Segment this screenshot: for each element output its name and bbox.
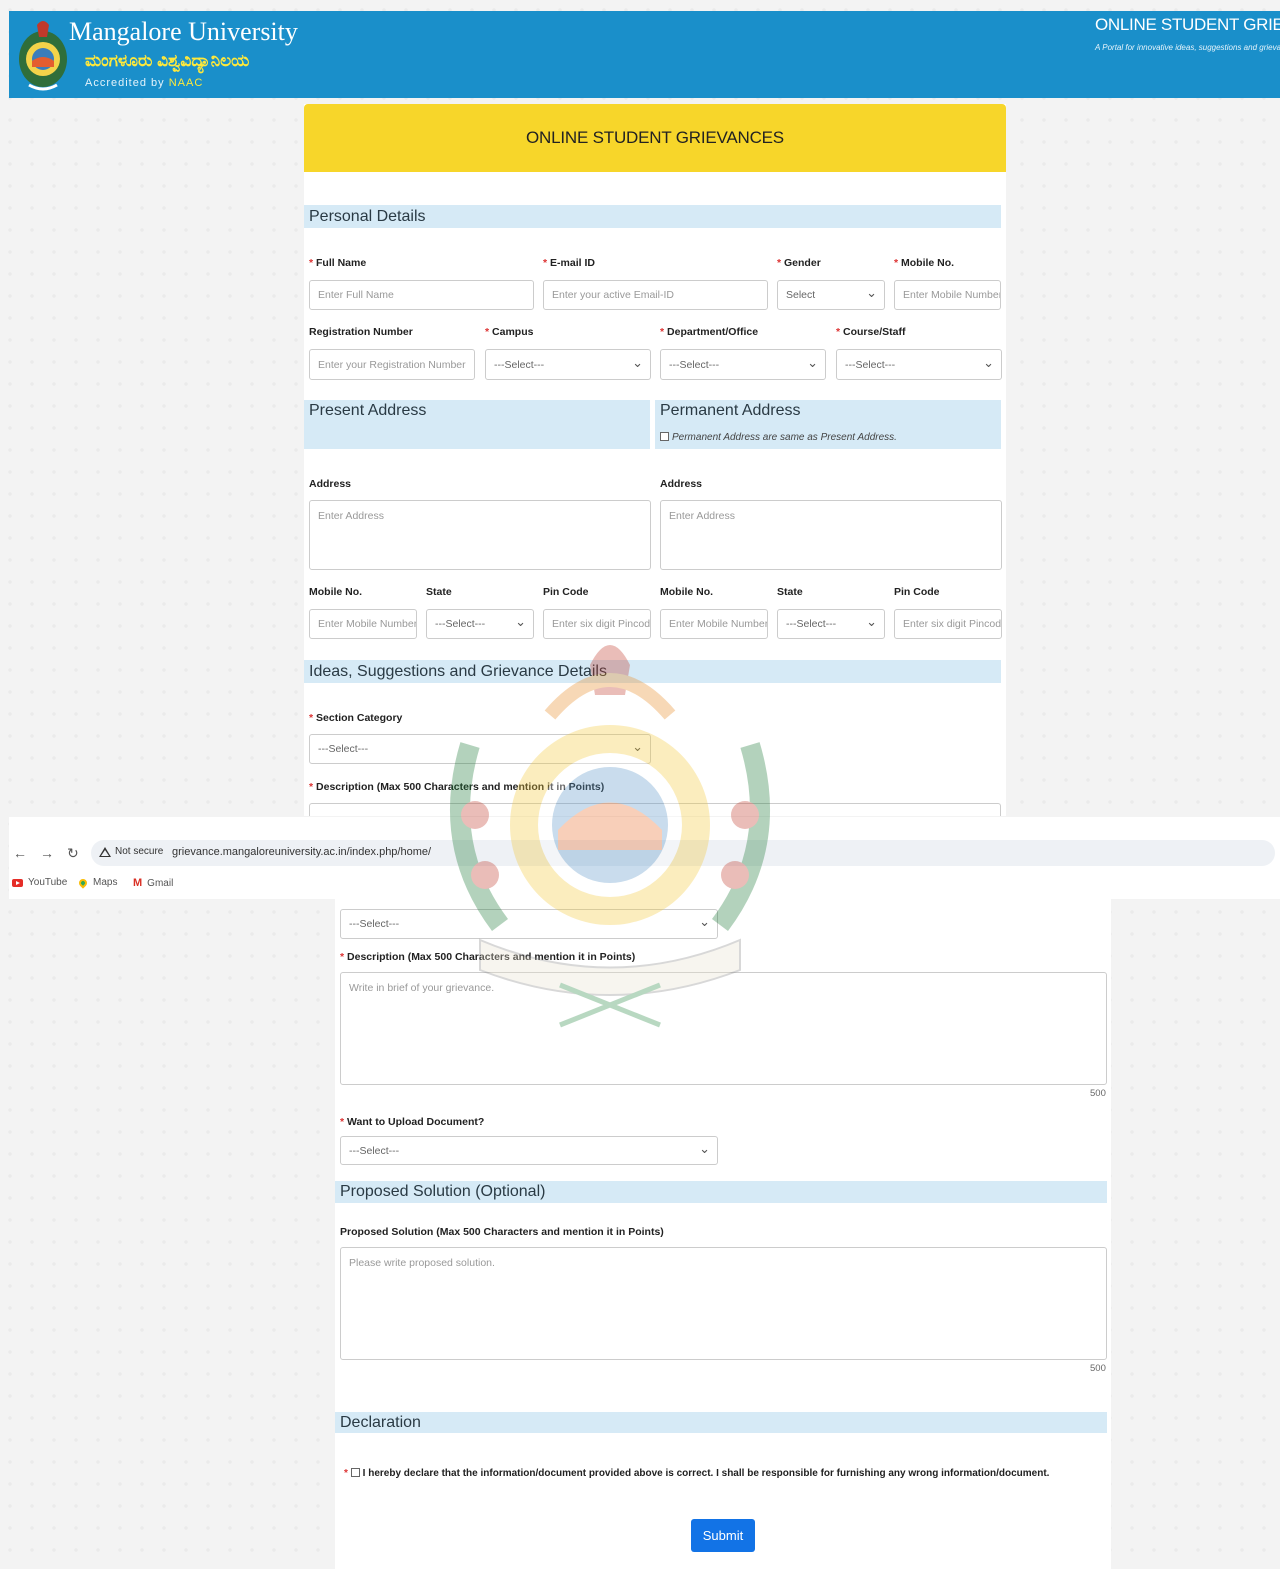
back-arrow-icon[interactable]: ← [13, 845, 27, 861]
proposed-solution-textarea[interactable]: Please write proposed solution. [340, 1247, 1107, 1360]
declaration-text: I hereby declare that the information/do… [362, 1468, 1050, 1479]
university-name: Mangalore University [69, 17, 298, 46]
full-name-input[interactable]: Enter Full Name [309, 280, 534, 310]
mobile-input[interactable]: Enter Mobile Number [894, 280, 1001, 310]
full-name-label: * Full Name [309, 257, 367, 269]
department-label: * Department/Office [660, 326, 759, 338]
course-select[interactable]: ---Select--- [836, 349, 1002, 380]
maps-icon [77, 876, 89, 889]
not-secure-badge[interactable]: Not secure [99, 846, 163, 857]
university-name-kannada: ಮಂಗಳೂರು ವಿಶ್ವವಿದ್ಯಾನಿಲಯ [85, 51, 250, 70]
gender-select[interactable]: Select [777, 280, 885, 310]
youtube-icon [12, 878, 23, 887]
email-input[interactable]: Enter your active Email-ID [543, 280, 768, 310]
bookmark-label: YouTube [28, 877, 68, 888]
description-textarea-top[interactable] [309, 803, 1001, 816]
proposed-solution-label: Proposed Solution (Max 500 Characters an… [340, 1226, 664, 1238]
campus-label: * Campus [485, 326, 534, 338]
description-textarea[interactable]: Write in brief of your grievance. [340, 972, 1107, 1085]
site-header: Mangalore University ಮಂಗಳೂರು ವಿಶ್ವವಿದ್ಯಾ… [9, 11, 1280, 98]
permanent-pincode-input[interactable]: Enter six digit Pincode [894, 609, 1002, 639]
same-address-label: Permanent Address are same as Present Ad… [672, 432, 897, 443]
proposed-solution-heading: Proposed Solution (Optional) [335, 1181, 1107, 1203]
declaration-heading: Declaration [335, 1412, 1107, 1433]
bookmark-youtube[interactable]: YouTube [12, 877, 67, 888]
warning-icon [99, 846, 111, 857]
solution-char-count: 500 [1090, 1363, 1106, 1374]
bookmark-maps[interactable]: Maps [77, 876, 118, 889]
university-emblem-icon [19, 21, 67, 91]
bookmark-label: Gmail [147, 877, 174, 889]
permanent-pincode-label: Pin Code [894, 586, 940, 598]
permanent-state-select[interactable]: ---Select--- [777, 609, 885, 639]
permanent-address-label: Address [660, 478, 703, 490]
description-char-count: 500 [1090, 1088, 1106, 1099]
present-pincode-input[interactable]: Enter six digit Pincode [543, 609, 651, 639]
form-banner: ONLINE STUDENT GRIEVANCES [304, 104, 1006, 172]
department-select[interactable]: ---Select--- [660, 349, 826, 380]
section-category-select[interactable]: ---Select--- [309, 734, 651, 764]
forward-arrow-icon[interactable]: → [40, 845, 54, 861]
gender-label: * Gender [777, 257, 821, 269]
present-state-select[interactable]: ---Select--- [426, 609, 534, 639]
present-mobile-input[interactable]: Enter Mobile Number [309, 609, 417, 639]
same-address-option[interactable]: Permanent Address are same as Present Ad… [660, 432, 897, 443]
portal-subtitle: A Portal for innovative ideas, suggestio… [1095, 43, 1280, 52]
portal-title: ONLINE STUDENT GRIEVANC [1095, 15, 1280, 34]
reload-icon[interactable]: ↻ [67, 845, 79, 862]
present-address-textarea[interactable]: Enter Address [309, 500, 651, 570]
present-address-heading: Present Address [304, 400, 650, 449]
accreditation-prefix: Accredited by [85, 77, 169, 89]
present-pincode-label: Pin Code [543, 586, 589, 598]
mobile-label: * Mobile No. [894, 257, 955, 269]
section-category-label: * Section Category [309, 712, 403, 724]
gmail-icon: M [133, 877, 143, 889]
description-label-top: * Description (Max 500 Characters and me… [309, 781, 605, 793]
description-label: * Description (Max 500 Characters and me… [340, 951, 636, 963]
permanent-state-label: State [777, 586, 803, 598]
permanent-mobile-label: Mobile No. [660, 586, 714, 598]
accreditation-body: NAAC [168, 77, 204, 89]
email-label: * E-mail ID [543, 257, 595, 269]
form-banner-title: ONLINE STUDENT GRIEVANCES [526, 128, 784, 147]
url-text[interactable]: grievance.mangaloreuniversity.ac.in/inde… [172, 846, 431, 858]
section-category-select-bottom[interactable]: ---Select--- [340, 909, 718, 939]
campus-select[interactable]: ---Select--- [485, 349, 651, 380]
present-address-label: Address [309, 478, 352, 490]
submit-button[interactable]: Submit [691, 1519, 755, 1552]
permanent-address-textarea[interactable]: Enter Address [660, 500, 1002, 570]
bookmark-label: Maps [93, 877, 118, 888]
accreditation-text: Accredited by NAAC [85, 77, 203, 89]
registration-input[interactable]: Enter your Registration Number [309, 349, 475, 380]
course-label: * Course/Staff [836, 326, 906, 338]
declaration-checkbox[interactable] [350, 1468, 360, 1477]
not-secure-label: Not secure [115, 846, 164, 857]
personal-details-heading: Personal Details [304, 205, 1001, 228]
permanent-mobile-input[interactable]: Enter Mobile Number [660, 609, 768, 639]
grievance-details-heading: Ideas, Suggestions and Grievance Details [304, 660, 1001, 683]
upload-document-select[interactable]: ---Select--- [340, 1136, 718, 1165]
declaration-option[interactable]: * I hereby declare that the information/… [344, 1468, 1049, 1479]
upload-document-label: * Want to Upload Document? [340, 1116, 485, 1128]
same-address-checkbox[interactable] [660, 432, 669, 441]
present-state-label: State [426, 586, 452, 598]
bookmark-gmail[interactable]: M Gmail [133, 877, 173, 889]
registration-label: Registration Number [309, 326, 413, 338]
present-mobile-label: Mobile No. [309, 586, 363, 598]
